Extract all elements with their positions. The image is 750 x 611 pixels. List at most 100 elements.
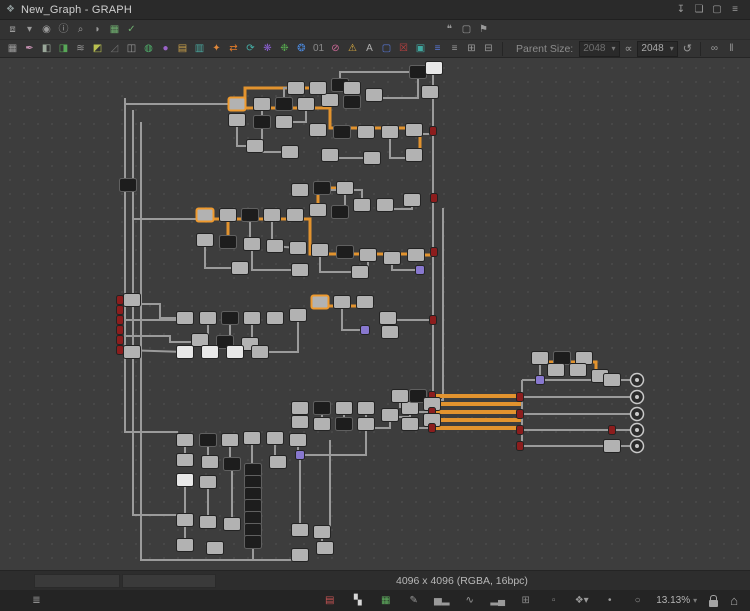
size-link-icon[interactable]: ∝ (625, 42, 633, 55)
graph-node[interactable] (310, 124, 327, 137)
zoom-select[interactable]: 13.13% ▾ (656, 595, 697, 606)
graph-node[interactable] (382, 326, 399, 339)
graph-node[interactable] (377, 199, 394, 212)
output-node[interactable] (631, 424, 644, 437)
dot-node[interactable] (416, 266, 425, 275)
node-flag[interactable] (609, 426, 616, 435)
graph-node[interactable] (334, 126, 351, 139)
graph-node[interactable] (314, 402, 331, 415)
alpha-checker-icon[interactable]: ▚ (349, 593, 366, 609)
graph-node[interactable] (276, 98, 293, 111)
graph-node[interactable] (408, 249, 425, 262)
parent-height-select[interactable]: 2048 ▾ (637, 41, 677, 57)
swirl-node-icon[interactable]: ❋ (259, 41, 276, 57)
graph-node[interactable] (245, 524, 262, 537)
node-flag[interactable] (431, 194, 438, 203)
graph-node[interactable] (227, 346, 244, 359)
graph-node[interactable] (287, 209, 304, 222)
graph-node[interactable] (267, 432, 284, 445)
blend-node-icon[interactable]: ◨ (55, 41, 72, 57)
graph-node[interactable] (317, 542, 334, 555)
output-node[interactable] (631, 391, 644, 404)
graph-node[interactable] (292, 549, 309, 562)
material-grid-icon[interactable]: ▦ (106, 22, 123, 38)
graph-node[interactable] (222, 434, 239, 447)
graph-node[interactable] (270, 456, 287, 469)
graph-node[interactable] (177, 454, 194, 467)
graph-node[interactable] (337, 246, 354, 259)
graph-node[interactable] (177, 312, 194, 325)
graph-node[interactable] (604, 440, 621, 453)
tile-icon[interactable]: ▫ (545, 593, 562, 609)
node-flag[interactable] (117, 316, 124, 325)
graph-node[interactable] (344, 82, 361, 95)
uniform-color-node-icon[interactable]: ● (157, 41, 174, 57)
fxmap-node-icon[interactable]: ❂ (293, 41, 310, 57)
graph-node[interactable] (358, 418, 375, 431)
dot-node[interactable] (361, 326, 370, 335)
graph-node[interactable] (245, 512, 262, 525)
graph-node[interactable] (202, 346, 219, 359)
gradient-map-node-icon[interactable]: ▤ (174, 41, 191, 57)
pin-note-icon[interactable]: ⚑ (475, 22, 492, 38)
graph-node[interactable] (358, 126, 375, 139)
graph-node[interactable] (200, 312, 217, 325)
graph-node[interactable] (310, 204, 327, 217)
dot-node[interactable] (296, 451, 305, 460)
outline-list-icon[interactable]: ≣ (28, 593, 45, 609)
graph-node[interactable] (200, 434, 217, 447)
graph-node[interactable] (245, 500, 262, 513)
graph-node[interactable] (310, 82, 327, 95)
bar-chart-icon[interactable]: ▅▂ (433, 593, 450, 609)
output-node[interactable] (631, 374, 644, 387)
graph-node[interactable] (222, 312, 239, 325)
graph-node[interactable] (202, 456, 219, 469)
graph-node[interactable] (288, 82, 305, 95)
graph-node[interactable] (360, 249, 377, 262)
graph-node[interactable] (548, 364, 565, 377)
graph-node[interactable] (232, 262, 249, 275)
text-node-icon[interactable]: A (361, 41, 378, 57)
graph-node[interactable] (244, 312, 261, 325)
graph-node-selected[interactable] (229, 98, 246, 111)
graph-node[interactable] (357, 296, 374, 309)
info-icon[interactable]: ⓘ (55, 22, 72, 38)
graph-node[interactable] (344, 96, 361, 109)
graph-node[interactable] (402, 402, 419, 415)
dot-node[interactable] (536, 376, 545, 385)
node-flag[interactable] (517, 410, 524, 419)
graph-node[interactable] (292, 524, 309, 537)
graph-node[interactable] (192, 334, 209, 347)
graph-node[interactable] (224, 518, 241, 531)
dropdown-caret-icon[interactable]: ▾ (21, 22, 38, 38)
list-blue-node-icon[interactable]: ≡ (429, 41, 446, 57)
graph-node[interactable] (410, 66, 427, 79)
graph-node-selected[interactable] (197, 209, 214, 222)
graph-node[interactable] (292, 402, 309, 415)
hsl-node-icon[interactable]: ◍ (140, 41, 157, 57)
graph-node[interactable] (570, 364, 587, 377)
linked-instances-icon[interactable]: ∞ (706, 41, 723, 57)
svg-node-icon[interactable]: ✒ (21, 41, 38, 57)
graph-node[interactable] (245, 464, 262, 477)
node-flag[interactable] (117, 346, 124, 355)
graph-node[interactable] (312, 244, 329, 257)
warp-node-icon[interactable]: ⇄ (225, 41, 242, 57)
graph-node[interactable] (197, 234, 214, 247)
search-icon[interactable]: ⌕ (72, 22, 89, 38)
graph-node[interactable] (364, 152, 381, 165)
graph-node[interactable] (384, 252, 401, 265)
graph-node[interactable] (242, 209, 259, 222)
graph-node[interactable] (322, 149, 339, 162)
node-flag[interactable] (429, 424, 436, 433)
home-icon[interactable]: ⌂ (730, 593, 738, 608)
node-graph-svg[interactable] (0, 58, 750, 570)
graph-node[interactable] (352, 266, 369, 279)
graph-node[interactable] (244, 432, 261, 445)
status-thumbnail-slot[interactable] (122, 574, 216, 588)
graph-node[interactable] (314, 418, 331, 431)
graph-node[interactable] (124, 294, 141, 307)
graph-canvas[interactable] (0, 58, 750, 570)
maximize-icon[interactable]: ▢ (708, 2, 726, 18)
reset-size-icon[interactable]: ↺ (683, 42, 692, 55)
